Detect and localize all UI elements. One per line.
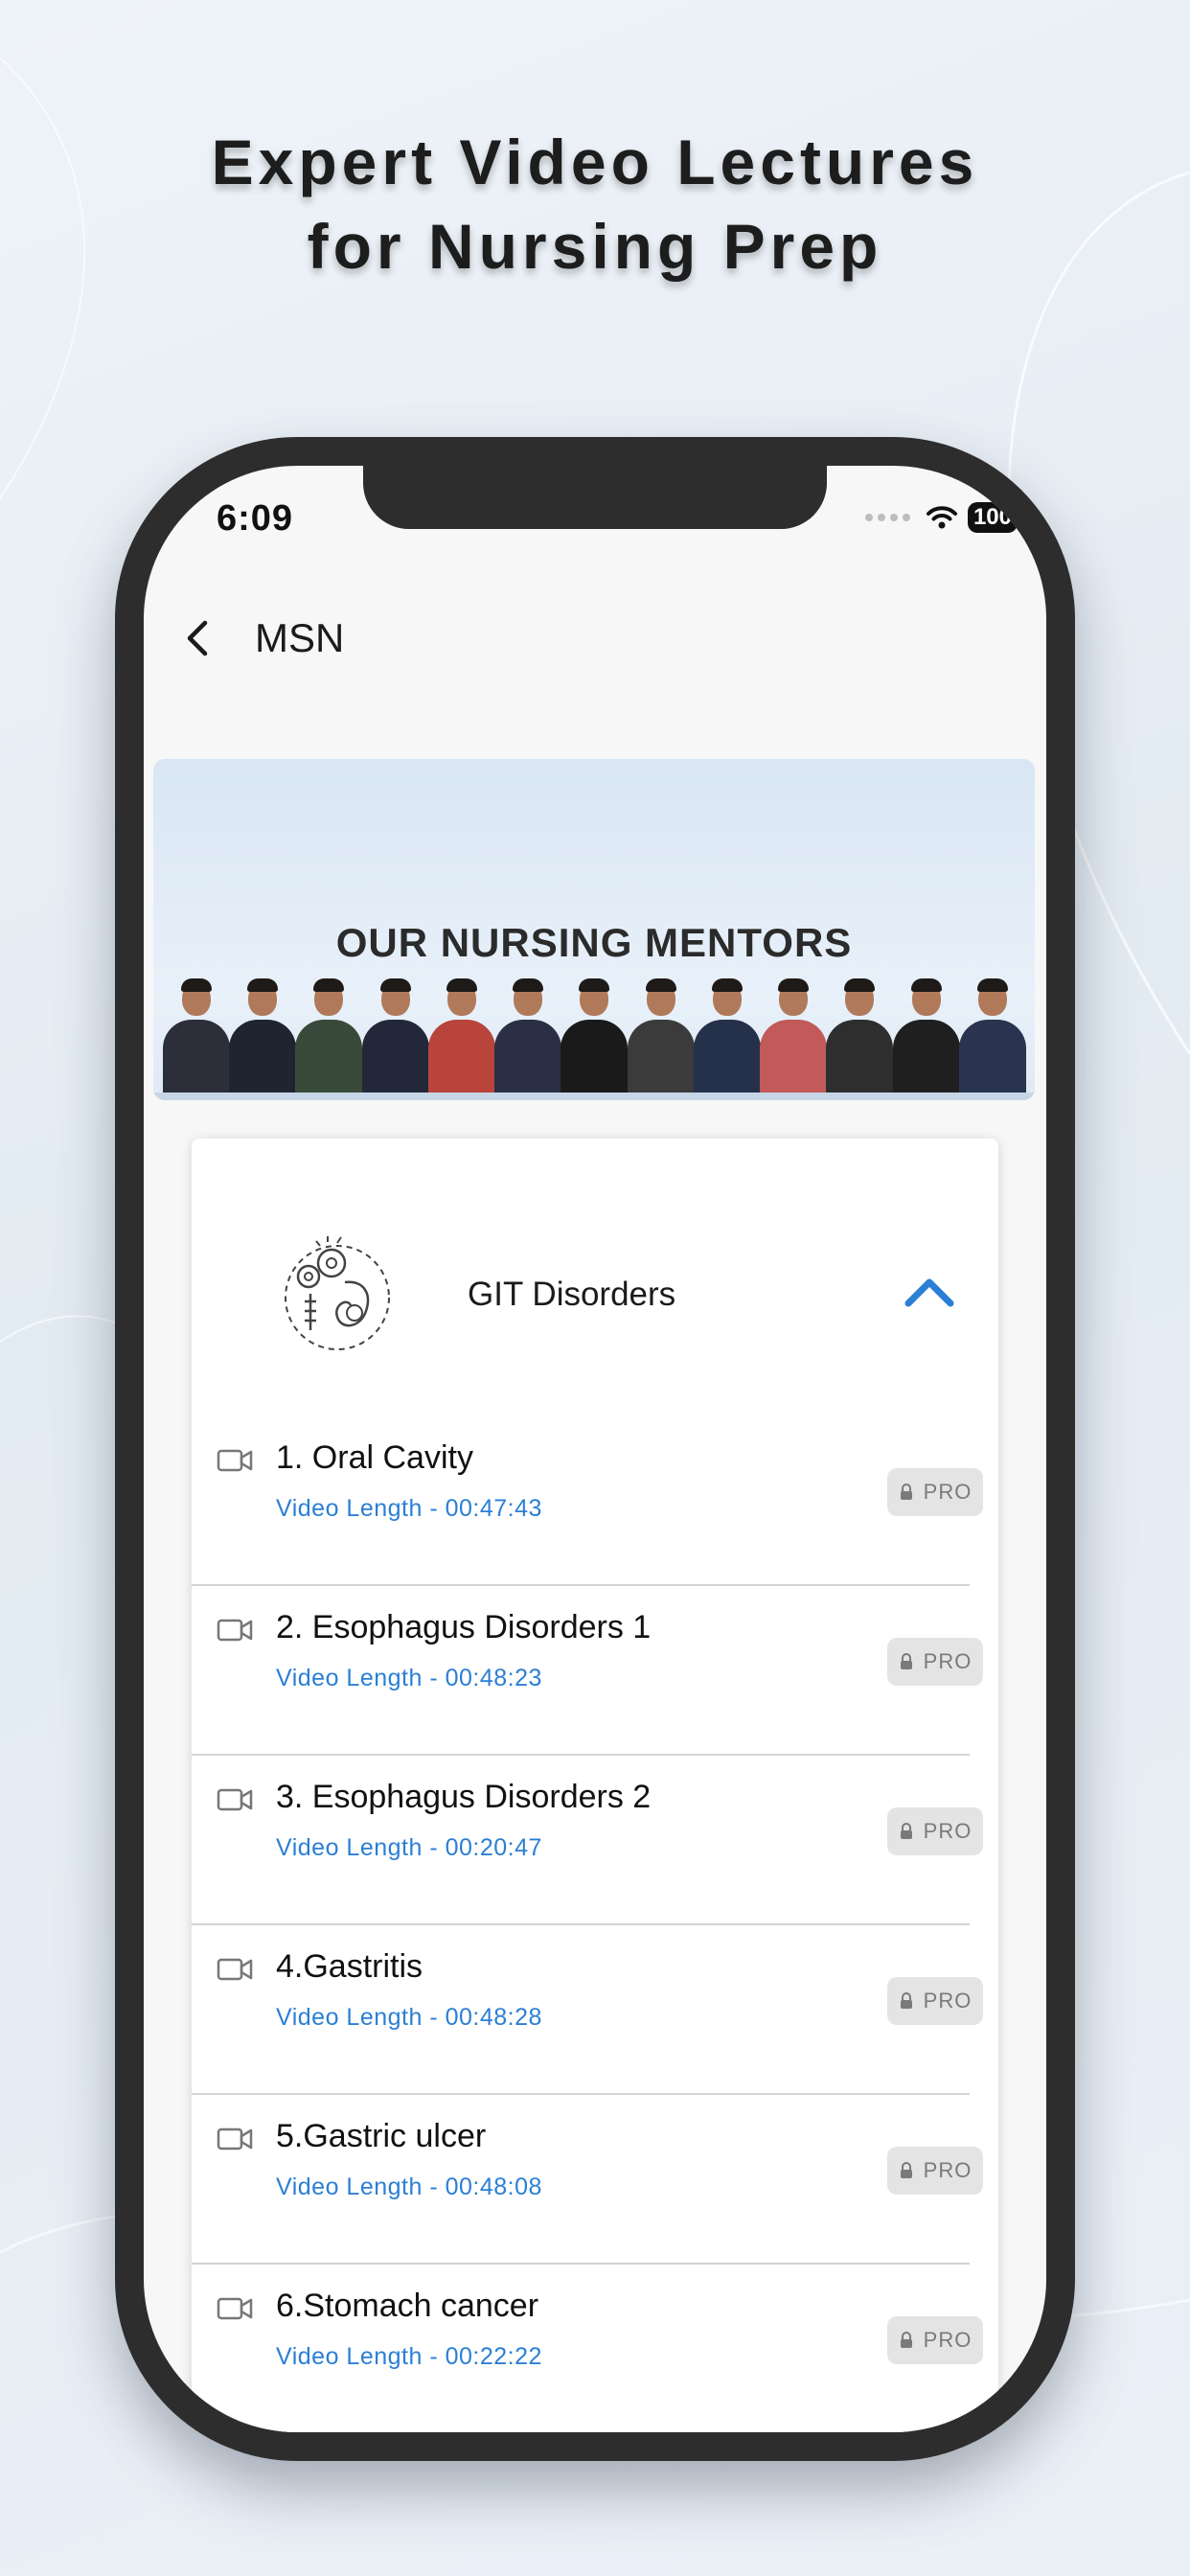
video-camera-icon [217,1619,253,1642]
mentor-figure [760,976,828,1095]
lesson-row[interactable]: 3. Esophagus Disorders 2 Video Length - 0… [192,1765,998,1935]
chevron-left-icon[interactable] [174,613,224,663]
video-camera-icon [217,1449,253,1472]
lesson-length: Video Length - 00:48:28 [276,2004,542,2031]
promo-headline: Expert Video Lectures for Nursing Prep [0,120,1190,288]
mentor-figure [561,976,629,1095]
chevron-up-icon[interactable] [903,1273,956,1311]
pro-badge-label: PRO [923,2158,973,2182]
wifi-icon [926,506,957,529]
pro-badge[interactable]: PRO [887,1468,983,1516]
mentor-group-photo [163,976,1026,1095]
mentor-figure [627,976,695,1095]
row-divider [192,1754,970,1756]
mentor-figure [892,976,960,1095]
mentor-figure [229,976,297,1095]
video-camera-icon [217,1958,253,1981]
lock-icon [900,1992,912,2009]
lesson-title: 2. Esophagus Disorders 1 [276,1609,652,1645]
mentor-figure [693,976,761,1095]
lock-icon [900,2162,912,2178]
mentor-figure [295,976,363,1095]
pro-badge-label: PRO [923,2328,973,2352]
pro-badge-label: PRO [923,1649,973,1673]
pro-badge[interactable]: PRO [887,2147,983,2195]
lock-icon [900,1653,912,1669]
lock-icon [900,1823,912,1839]
video-camera-icon [217,2297,253,2320]
lock-icon [900,2332,912,2348]
row-divider [192,1584,970,1586]
phone-notch [363,466,827,529]
lesson-title: 6.Stomach cancer [276,2288,539,2324]
topic-card: GIT Disorders 1. Oral Cavity Video Length… [192,1138,998,2432]
lesson-length: Video Length - 00:47:43 [276,1495,542,1522]
phone-screen: 6:09 100 MSN OUR NURSING MENTORS GIT Dis… [144,466,1046,2432]
pro-badge[interactable]: PRO [887,2316,983,2364]
topic-title: GIT Disorders [468,1276,676,1313]
lesson-row[interactable]: 1. Oral Cavity Video Length - 00:47:43 PRO [192,1426,998,1596]
video-camera-icon [217,2128,253,2150]
pro-badge[interactable]: PRO [887,1638,983,1686]
lock-icon [900,1484,912,1500]
row-divider [192,2093,970,2095]
mentors-banner[interactable]: OUR NURSING MENTORS [153,759,1035,1100]
banner-title: OUR NURSING MENTORS [335,920,853,965]
lesson-length: Video Length - 00:48:08 [276,2174,542,2200]
row-divider [192,2263,970,2265]
mentor-figure [427,976,495,1095]
battery-icon: 100 [967,502,1024,533]
lesson-row[interactable]: 5.Gastric ulcer Video Length - 00:48:08 PR… [192,2104,998,2274]
status-icons: 100 [864,502,1024,533]
mentor-figure [494,976,562,1095]
pro-badge-label: PRO [923,1480,973,1504]
mentor-figure [826,976,894,1095]
lesson-title: 4.Gastritis [276,1948,423,1985]
phone-frame: 6:09 100 MSN OUR NURSING MENTORS GIT Dis… [115,437,1075,2461]
headline-line-2: for Nursing Prep [307,211,883,282]
lesson-title: 3. Esophagus Disorders 2 [276,1779,652,1815]
headline-line-1: Expert Video Lectures [211,126,979,197]
video-camera-icon [217,1788,253,1811]
banner-bottom-strip [153,1092,1035,1100]
row-divider [192,1923,970,1925]
lesson-row[interactable]: 4.Gastritis Video Length - 00:48:28 PRO [192,1935,998,2104]
mentor-figure [163,976,230,1095]
mentor-figure [958,976,1026,1095]
status-time: 6:09 [217,498,294,539]
app-bar: MSN [144,600,1046,677]
lesson-row[interactable]: 6.Stomach cancer Video Length - 00:22:22 P… [192,2274,998,2432]
lesson-length: Video Length - 00:20:47 [276,1834,542,1861]
mentor-figure [361,976,429,1095]
lesson-title: 5.Gastric ulcer [276,2118,487,2154]
pro-badge[interactable]: PRO [887,1977,983,2025]
pro-badge-label: PRO [923,1819,973,1843]
pro-badge-label: PRO [923,1989,973,2012]
signal-dots-icon [864,514,910,521]
page-title: MSN [255,615,345,660]
lesson-length: Video Length - 00:22:22 [276,2343,542,2370]
lesson-row[interactable]: 2. Esophagus Disorders 1 Video Length - 0… [192,1596,998,1765]
topic-header[interactable]: GIT Disorders [192,1138,998,1447]
pro-badge[interactable]: PRO [887,1807,983,1855]
lesson-length: Video Length - 00:48:23 [276,1665,542,1691]
lesson-title: 1. Oral Cavity [276,1439,473,1476]
digestive-system-gears-icon [285,1236,390,1350]
